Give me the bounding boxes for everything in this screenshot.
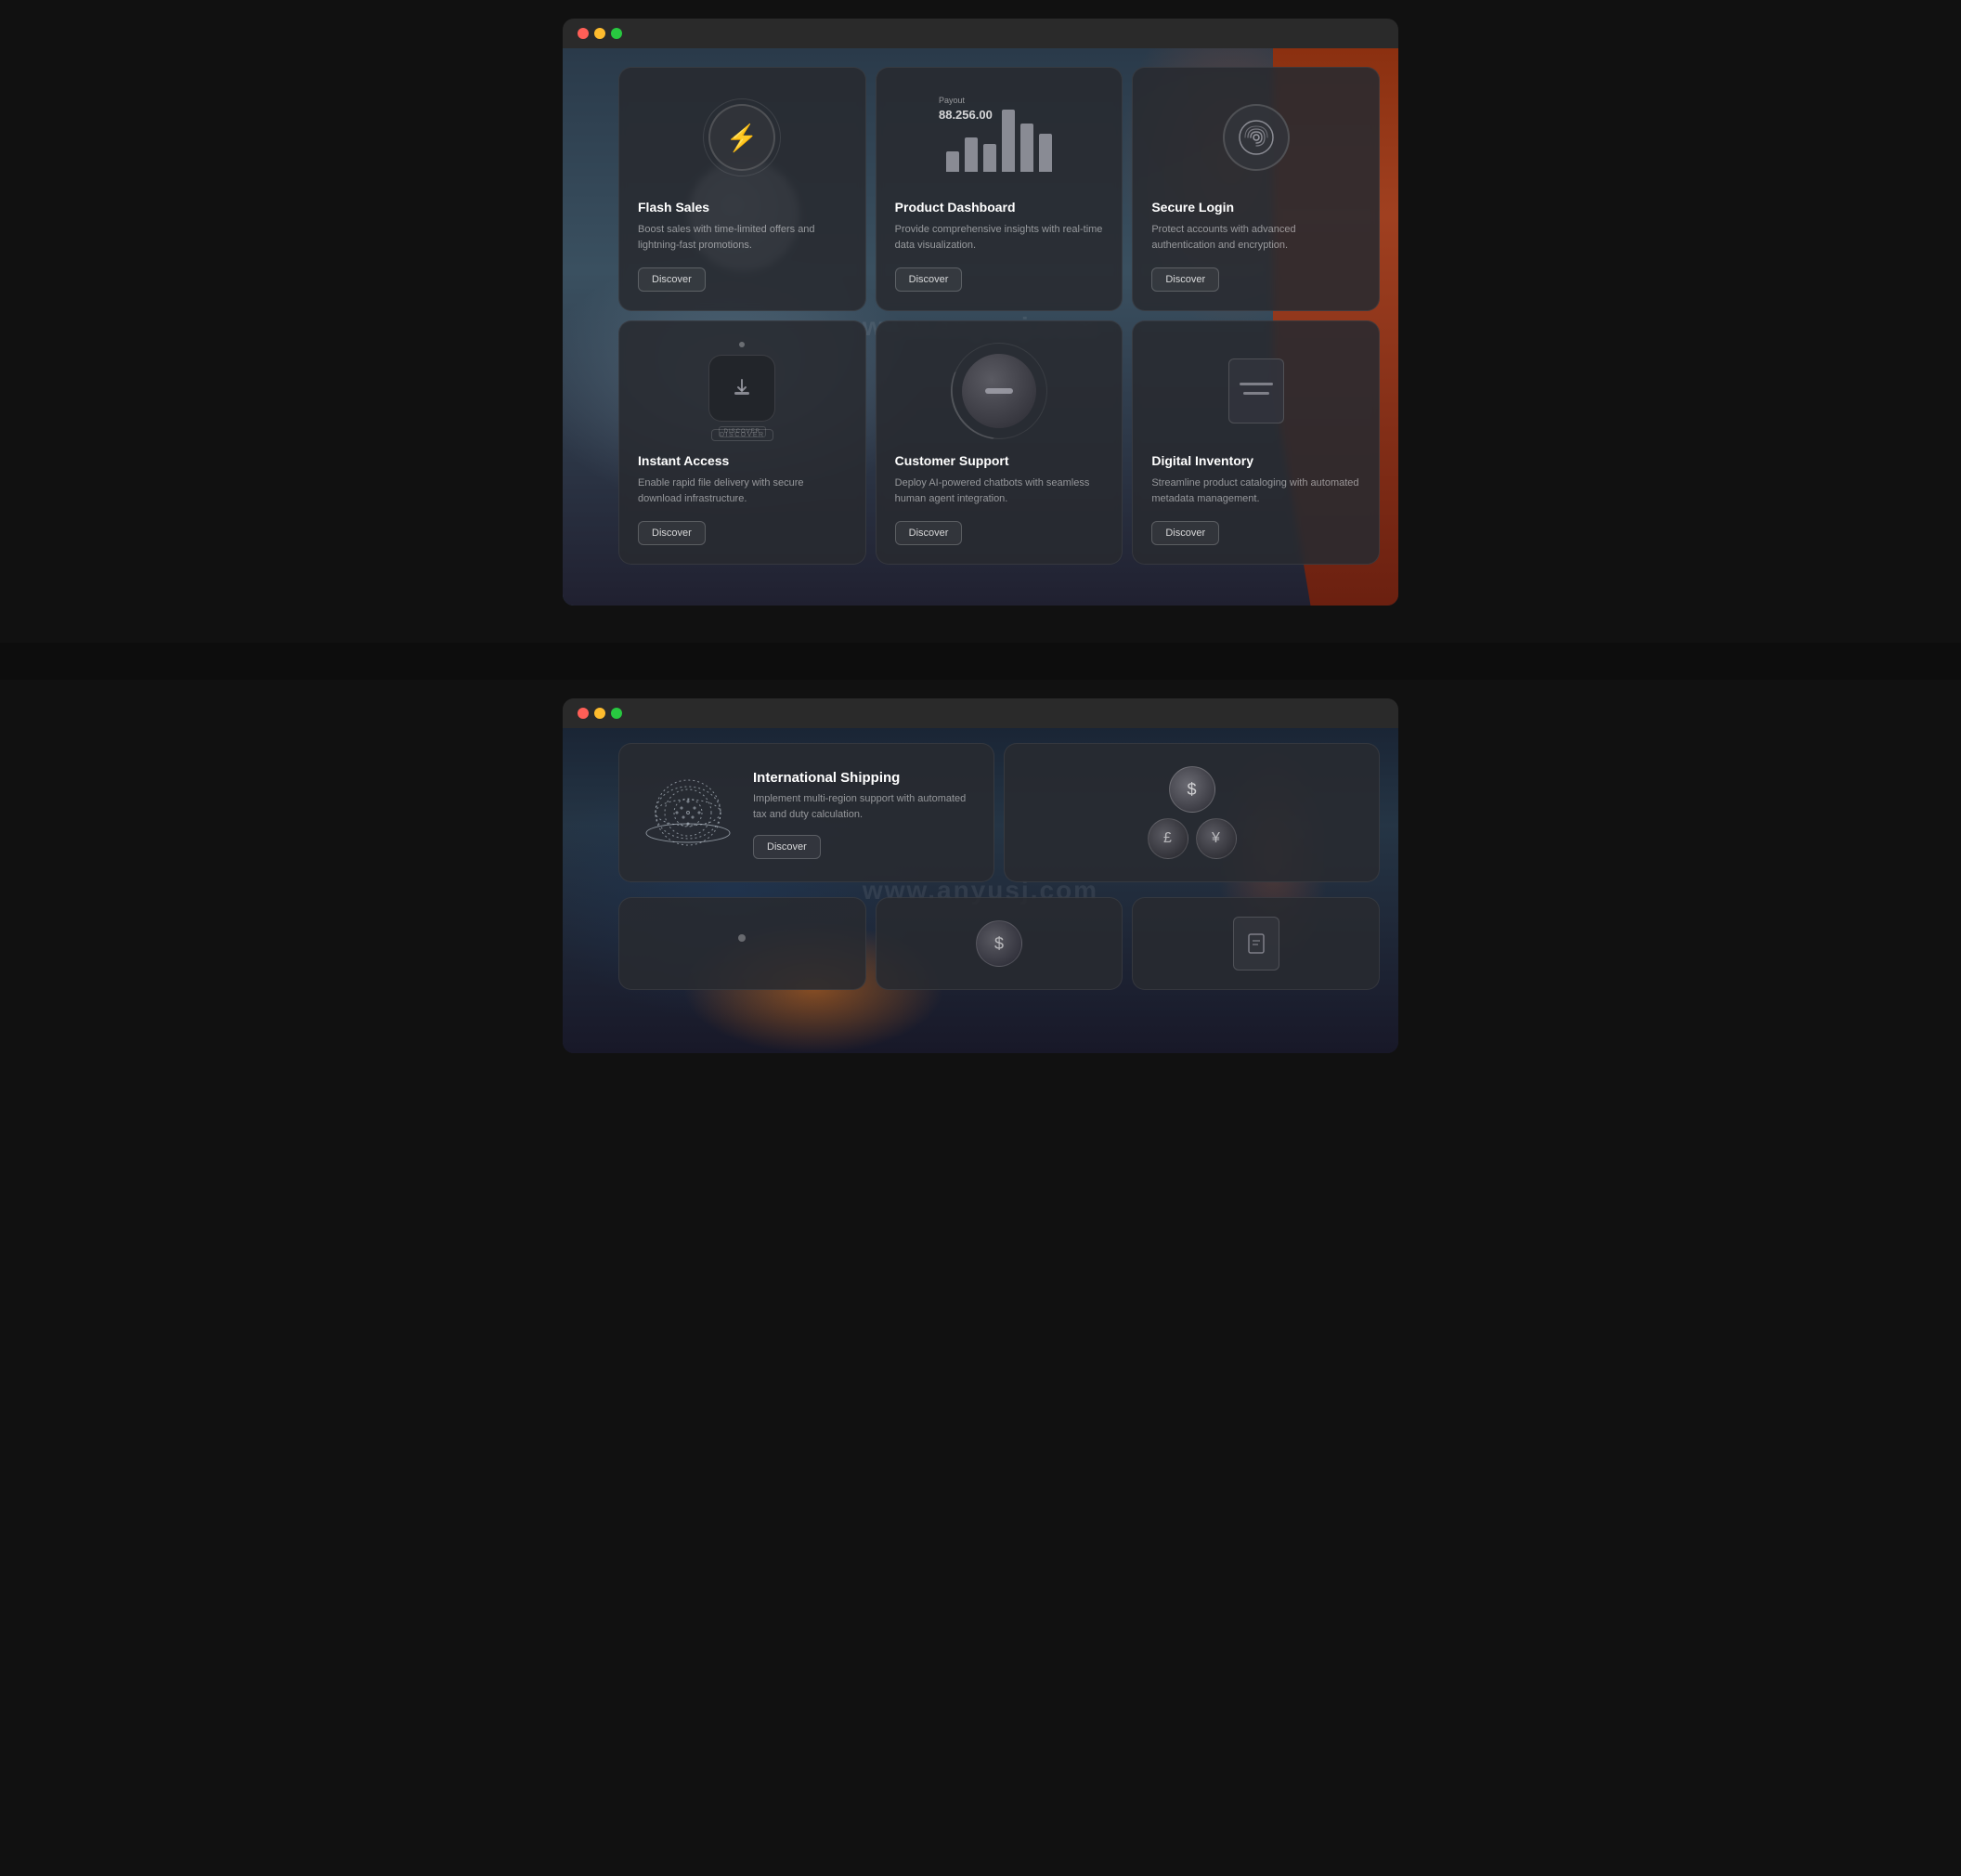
fingerprint-icon	[1223, 104, 1290, 171]
dashboard-desc: Provide comprehensive insights with real…	[895, 222, 1104, 253]
shipping-title: International Shipping	[753, 770, 971, 786]
dot-yellow-1[interactable]	[594, 28, 605, 39]
digital-desc: Streamline product cataloging with autom…	[1151, 476, 1360, 506]
secure-title: Secure Login	[1151, 200, 1360, 215]
fingerprint-svg	[1238, 119, 1275, 156]
bar-1	[946, 151, 959, 172]
bar-5	[1020, 124, 1033, 172]
cards-grid-3: $	[563, 897, 1398, 999]
sphere-bar	[985, 388, 1013, 394]
card-digital-inventory: Digital Inventory Streamline product cat…	[1132, 320, 1380, 565]
instant-icon-group: DISCOVER	[708, 342, 775, 441]
flash-sales-icon-area: ⚡	[638, 86, 847, 189]
partial-card-3	[1132, 897, 1380, 990]
digital-title: Digital Inventory	[1151, 453, 1360, 468]
screen-top: www.anyusj.com ⚡ Flash Sales Boost sales…	[0, 19, 1961, 606]
digital-discover-button[interactable]: Discover	[1151, 521, 1219, 545]
bar-3	[983, 144, 996, 172]
dot-red-2[interactable]	[578, 708, 589, 719]
secure-desc: Protect accounts with advanced authentic…	[1151, 222, 1360, 253]
partial-card-2: $	[876, 897, 1123, 990]
currency-dollar-top: $	[1169, 766, 1215, 813]
sphere-icon	[962, 354, 1036, 428]
dot-red-1[interactable]	[578, 28, 589, 39]
instant-title: Instant Access	[638, 453, 847, 468]
shipping-desc: Implement multi-region support with auto…	[753, 791, 971, 822]
payout-label: Payout 88.256.00	[939, 96, 993, 122]
cards-grid-1: ⚡ Flash Sales Boost sales with time-limi…	[563, 48, 1398, 583]
partial-dollar-icon: $	[976, 920, 1022, 967]
browser-chrome-2	[563, 698, 1398, 728]
customer-discover-button[interactable]: Discover	[895, 521, 963, 545]
customer-title: Customer Support	[895, 453, 1104, 468]
globe-icon	[642, 766, 734, 859]
bar-2	[965, 137, 978, 172]
flash-sales-title: Flash Sales	[638, 200, 847, 215]
shipping-discover-button[interactable]: Discover	[753, 835, 821, 859]
doc-line-2	[1243, 392, 1269, 395]
card-flash-sales: ⚡ Flash Sales Boost sales with time-limi…	[618, 67, 866, 311]
globe-svg	[642, 766, 734, 859]
cards-grid-2: International Shipping Implement multi-r…	[563, 728, 1398, 897]
lightning-icon: ⚡	[708, 104, 775, 171]
currency-bottom-row: £ ¥	[1148, 818, 1237, 859]
currency-cluster: $ £ ¥	[1148, 766, 1237, 859]
bar-4	[1002, 110, 1015, 172]
card-instant-access: DISCOVER Instant Access Enable rapid fil…	[618, 320, 866, 565]
dashboard-title: Product Dashboard	[895, 200, 1104, 215]
partial-dot-icon	[738, 934, 746, 942]
download-svg	[729, 375, 755, 401]
browser-bg-1: www.anyusj.com ⚡ Flash Sales Boost sales…	[563, 48, 1398, 606]
browser-chrome-1	[563, 19, 1398, 48]
download-icon	[708, 355, 775, 422]
currency-pound: £	[1148, 818, 1188, 859]
customer-icon-area	[895, 340, 1104, 442]
secure-discover-button[interactable]: Discover	[1151, 267, 1219, 292]
dot-yellow-2[interactable]	[594, 708, 605, 719]
doc-shape	[1228, 358, 1284, 423]
chart-icon: Payout 88.256.00	[939, 96, 1059, 179]
screen-bottom: www.anyusj.com	[0, 698, 1961, 1053]
dashboard-icon-area: Payout 88.256.00	[895, 86, 1104, 189]
flash-sales-desc: Boost sales with time-limited offers and…	[638, 222, 847, 253]
digital-icon-area	[1151, 340, 1360, 442]
dashboard-discover-button[interactable]: Discover	[895, 267, 963, 292]
card-secure-login: Secure Login Protect accounts with advan…	[1132, 67, 1380, 311]
card-customer-support: Customer Support Deploy AI-powered chatb…	[876, 320, 1123, 565]
secure-icon-area	[1151, 86, 1360, 189]
dot-green-1[interactable]	[611, 28, 622, 39]
currency-yen: ¥	[1196, 818, 1237, 859]
flash-sales-discover-button[interactable]: Discover	[638, 267, 706, 292]
customer-desc: Deploy AI-powered chatbots with seamless…	[895, 476, 1104, 506]
partial-card-1	[618, 897, 866, 990]
instant-desc: Enable rapid file delivery with secure d…	[638, 476, 847, 506]
shipping-content: International Shipping Implement multi-r…	[753, 766, 971, 859]
document-icon	[1219, 354, 1293, 428]
bar-6	[1039, 134, 1052, 172]
top-dot	[739, 342, 745, 347]
partial-doc-svg	[1243, 931, 1269, 957]
instant-discover-button[interactable]: Discover	[638, 521, 706, 545]
instant-icon-area: DISCOVER	[638, 340, 847, 442]
browser-bg-2: www.anyusj.com	[563, 728, 1398, 1053]
partial-doc-icon	[1233, 917, 1279, 971]
dot-green-2[interactable]	[611, 708, 622, 719]
browser-window-1: www.anyusj.com ⚡ Flash Sales Boost sales…	[563, 19, 1398, 606]
card-product-dashboard: Payout 88.256.00 Product Dashboard	[876, 67, 1123, 311]
section-separator	[0, 643, 1961, 680]
doc-line-1	[1240, 383, 1273, 385]
browser-window-2: www.anyusj.com	[563, 698, 1398, 1053]
card-currency: $ £ ¥	[1004, 743, 1380, 882]
card-international-shipping: International Shipping Implement multi-r…	[618, 743, 994, 882]
